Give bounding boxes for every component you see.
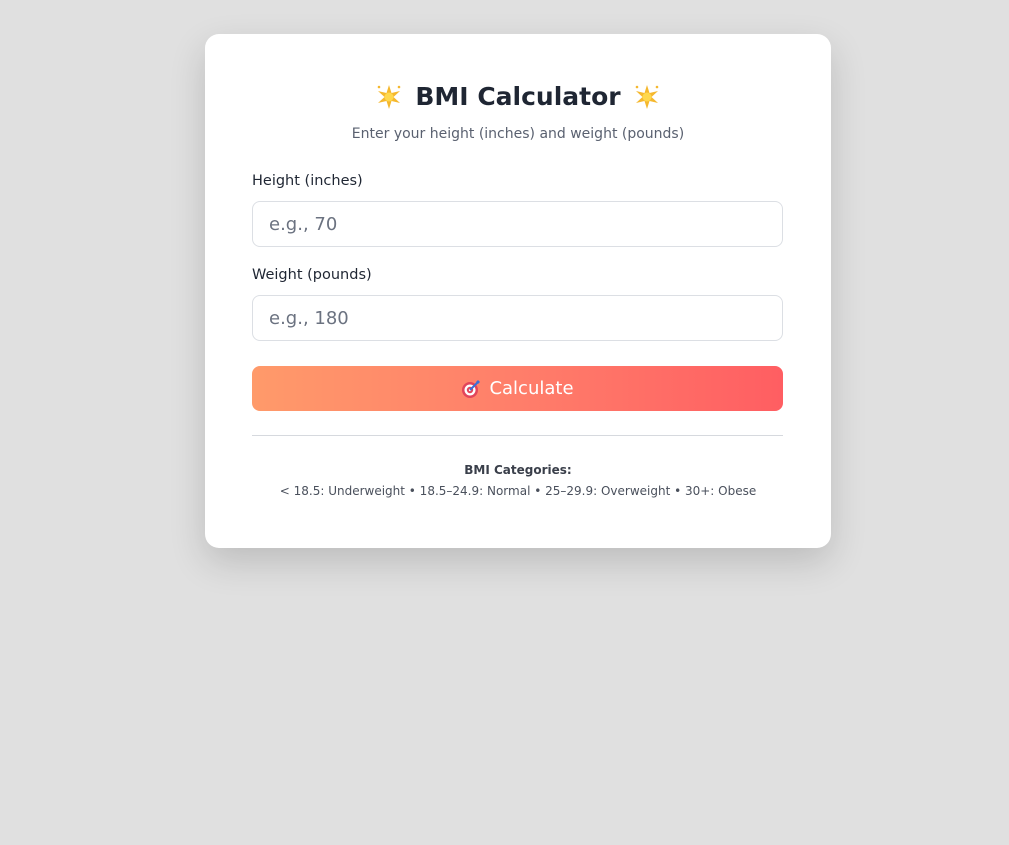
weight-label: Weight (pounds) <box>252 267 372 283</box>
weight-input[interactable] <box>252 295 783 341</box>
categories-text: < 18.5: Underweight • 18.5–24.9: Normal … <box>279 484 757 498</box>
calculate-button-label: Calculate <box>489 378 574 399</box>
bmi-calculator-card: BMI Calculator Enter your height (inches… <box>205 34 831 548</box>
categories-title: BMI Categories: <box>464 463 572 477</box>
page-subtitle: Enter your height (inches) and weight (p… <box>351 126 685 142</box>
sparkle-star-icon <box>633 83 661 111</box>
target-icon <box>461 379 481 399</box>
sparkle-star-icon <box>375 83 403 111</box>
page-title: BMI Calculator <box>415 82 621 111</box>
divider <box>252 435 783 436</box>
title-row: BMI Calculator <box>205 82 831 111</box>
calculate-button[interactable]: Calculate <box>252 366 783 411</box>
height-label: Height (inches) <box>252 173 363 189</box>
height-input[interactable] <box>252 201 783 247</box>
